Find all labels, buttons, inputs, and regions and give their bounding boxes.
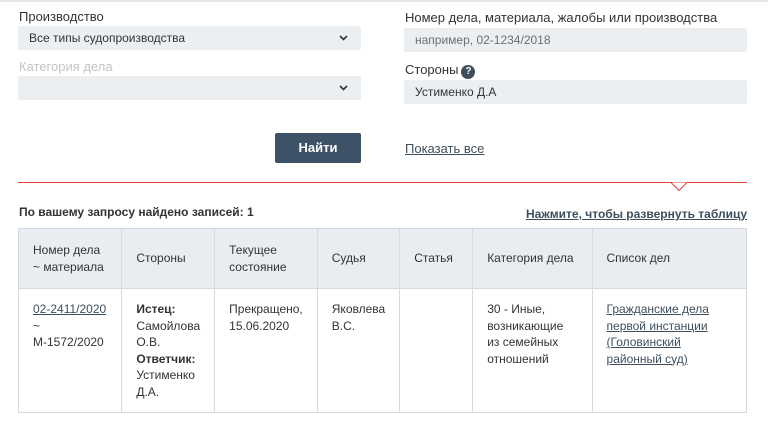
find-button[interactable]: Найти	[275, 133, 361, 163]
cell-parties: Истец: Самойлова О.В. Ответчик: Устименк…	[121, 288, 216, 413]
proceeding-label: Производство	[19, 9, 104, 24]
results-table: Номер дела ~ материала Стороны Текущее с…	[17, 228, 748, 413]
cell-judge: Яковлева В.С.	[316, 288, 401, 413]
case-number-placeholder: например, 02-1234/2018	[415, 33, 551, 47]
column-header-category[interactable]: Категория дела	[472, 228, 593, 289]
parties-label-row: Стороны?	[405, 62, 476, 79]
top-border	[0, 0, 768, 2]
table-header-row: Номер дела ~ материала Стороны Текущее с…	[17, 228, 748, 289]
show-all-link[interactable]: Показать все	[405, 141, 484, 156]
chevron-down-icon	[337, 26, 351, 50]
divider-notch	[671, 182, 687, 192]
proceeding-select[interactable]: Все типы судопроизводства	[18, 26, 361, 50]
column-header-parties[interactable]: Стороны	[121, 228, 216, 289]
column-header-case-list[interactable]: Список дел	[591, 228, 748, 289]
expand-table-link[interactable]: Нажмите, чтобы развернуть таблицу	[526, 207, 747, 221]
case-number-label: Номер дела, материала, жалобы или произв…	[405, 10, 718, 25]
defendant-name: Устименко Д.А.	[136, 368, 195, 399]
cell-category: 30 - Иные, возникающие из семейных отнош…	[472, 288, 593, 413]
cell-case-list: Гражданские дела первой инстанции (Голов…	[591, 288, 748, 413]
parties-label: Стороны	[405, 62, 459, 77]
parties-input[interactable]: Устименко Д.А	[404, 80, 747, 104]
column-header-judge[interactable]: Судья	[316, 228, 401, 289]
chevron-down-icon	[337, 76, 351, 100]
results-divider	[18, 182, 747, 183]
case-number-link[interactable]: 02-2411/2020	[33, 302, 106, 316]
case-category-label: Категория дела	[19, 59, 113, 74]
defendant-label: Ответчик:	[136, 351, 196, 366]
cell-status: Прекращено, 15.06.2020	[214, 288, 318, 413]
column-header-case-number[interactable]: Номер дела ~ материала	[17, 228, 123, 289]
case-list-link[interactable]: Гражданские дела первой инстанции (Голов…	[607, 302, 709, 366]
help-icon[interactable]: ?	[461, 65, 476, 79]
cell-case-number: 02-2411/2020 ~ М-1572/2020	[17, 288, 123, 413]
case-category-select[interactable]	[18, 76, 361, 100]
case-number-separator: ~	[33, 318, 41, 333]
plaintiff-name: Самойлова О.В.	[136, 318, 201, 350]
case-number-input[interactable]: например, 02-1234/2018	[404, 28, 747, 52]
results-count: По вашему запросу найдено записей: 1	[19, 205, 254, 219]
plaintiff-label: Истец:	[136, 302, 176, 316]
proceeding-value: Все типы судопроизводства	[29, 31, 186, 45]
cell-article	[399, 288, 474, 413]
column-header-article[interactable]: Статья	[399, 228, 474, 289]
material-number: М-1572/2020	[33, 335, 104, 349]
column-header-status[interactable]: Текущее состояние	[214, 228, 318, 289]
table-row: 02-2411/2020 ~ М-1572/2020 Истец: Самойл…	[17, 288, 748, 413]
parties-value: Устименко Д.А	[415, 85, 497, 99]
